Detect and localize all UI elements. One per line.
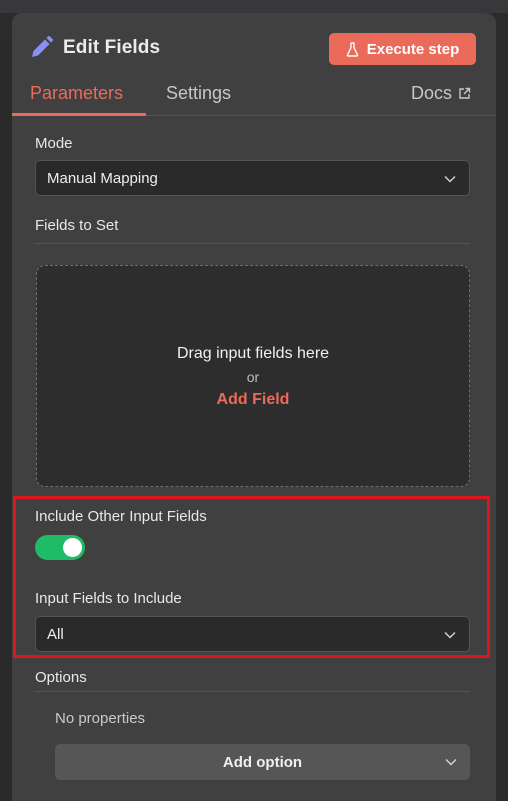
section-divider <box>35 691 470 692</box>
options-label: Options <box>35 669 87 686</box>
mode-value: Manual Mapping <box>47 169 158 187</box>
toggle-knob <box>63 538 82 557</box>
no-properties-text: No properties <box>55 710 146 727</box>
chevron-down-icon <box>444 175 456 183</box>
input-fields-label: Input Fields to Include <box>35 590 182 607</box>
node-parameters-panel: Edit Fields Execute step Parameters Sett… <box>12 13 496 801</box>
page-title: Edit Fields <box>63 37 161 58</box>
chevron-down-icon <box>445 758 457 766</box>
section-divider <box>35 243 470 244</box>
fields-to-set-label: Fields to Set <box>35 217 119 234</box>
top-bar <box>0 0 508 13</box>
pencil-icon <box>32 36 53 57</box>
include-other-label: Include Other Input Fields <box>35 508 207 525</box>
tab-settings[interactable]: Settings <box>166 83 231 104</box>
chevron-down-icon <box>444 631 456 639</box>
execute-step-label: Execute step <box>366 40 460 58</box>
docs-label: Docs <box>411 83 453 103</box>
external-link-icon <box>459 87 471 99</box>
execute-step-button[interactable]: Execute step <box>329 33 476 65</box>
tab-docs[interactable]: Docs <box>411 83 471 104</box>
panel-header: Edit Fields Execute step Parameters Sett… <box>12 13 496 116</box>
include-other-toggle[interactable] <box>35 535 85 560</box>
drop-zone-text: Drag input fields here <box>176 345 330 362</box>
mode-select[interactable]: Manual Mapping <box>35 160 470 196</box>
tab-parameters[interactable]: Parameters <box>30 83 123 104</box>
fields-drop-zone[interactable]: Drag input fields here or Add Field <box>36 265 470 487</box>
input-fields-select[interactable]: All <box>35 616 470 652</box>
active-tab-indicator <box>12 113 146 116</box>
input-fields-value: All <box>47 625 64 643</box>
add-option-button[interactable]: Add option <box>55 744 470 780</box>
mode-label: Mode <box>35 135 73 152</box>
canvas-edge <box>0 40 12 801</box>
add-field-link[interactable]: Add Field <box>37 391 469 409</box>
add-option-label: Add option <box>222 753 303 771</box>
flask-icon <box>346 41 358 57</box>
drop-zone-or: or <box>246 369 260 385</box>
